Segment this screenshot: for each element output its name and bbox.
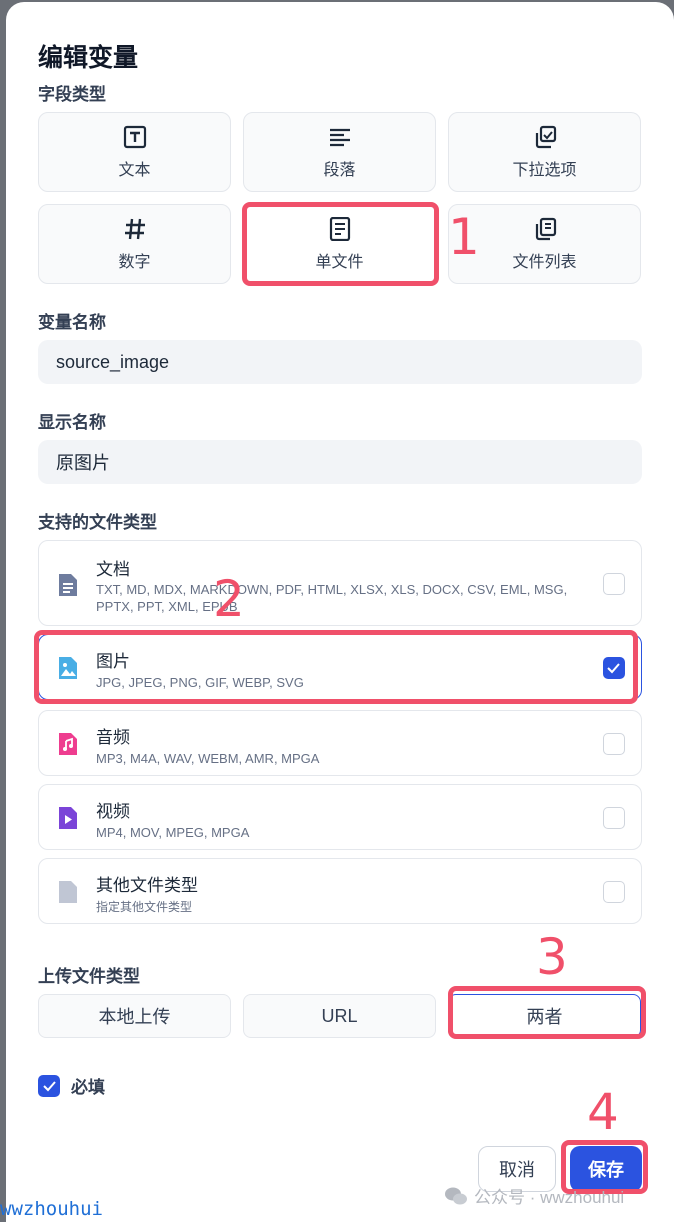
field-type-paragraph[interactable]: 段落 (243, 112, 436, 192)
file-type-other-extensions: 指定其他文件类型 (96, 900, 193, 914)
check-icon (43, 1080, 56, 1091)
field-type-text-label: 文本 (118, 162, 151, 179)
file-type-video-extensions: MP4, MOV, MPEG, MPGA (96, 825, 250, 840)
hash-icon (122, 216, 148, 242)
file-type-document-name: 文档 (96, 560, 130, 579)
check-icon (607, 663, 620, 674)
field-type-number[interactable]: 数字 (38, 204, 231, 284)
file-type-image[interactable]: 图片 JPG, JPEG, PNG, GIF, WEBP, SVG (38, 634, 642, 700)
upload-type-url[interactable]: URL (243, 994, 436, 1038)
watermark-left: wwzhouhui (0, 1198, 103, 1220)
file-type-document[interactable]: 文档 TXT, MD, MDX, MARKDOWN, PDF, HTML, XL… (38, 540, 642, 626)
wechat-icon (445, 1187, 467, 1204)
display-name-label: 显示名称 (38, 413, 106, 432)
file-type-document-checkbox[interactable] (603, 573, 625, 595)
file-type-other[interactable]: 其他文件类型 指定其他文件类型 (38, 858, 642, 924)
file-type-video-name: 视频 (96, 802, 130, 821)
field-type-paragraph-label: 段落 (323, 162, 356, 179)
upload-type-label: 上传文件类型 (38, 967, 140, 986)
field-type-text[interactable]: 文本 (38, 112, 231, 192)
text-icon (122, 124, 148, 150)
document-icon (57, 572, 79, 598)
file-type-document-extensions: TXT, MD, MDX, MARKDOWN, PDF, HTML, XLSX,… (96, 582, 568, 614)
file-type-video-checkbox[interactable] (603, 807, 625, 829)
dialog-title: 编辑变量 (38, 44, 139, 72)
field-type-single-file-label: 单文件 (315, 254, 364, 271)
watermark-right-text: 公众号 · wwzhouhui (474, 1188, 625, 1207)
required-checkbox[interactable] (38, 1074, 60, 1097)
file-type-audio-checkbox[interactable] (603, 733, 625, 755)
file-type-audio-name: 音频 (96, 728, 130, 747)
file-icon (327, 216, 353, 242)
field-type-file-list[interactable]: 文件列表 (448, 204, 641, 284)
file-type-audio-extensions: MP3, M4A, WAV, WEBM, AMR, MPGA (96, 751, 320, 766)
field-type-single-file[interactable]: 单文件 (243, 204, 436, 284)
file-type-audio[interactable]: 音频 MP3, M4A, WAV, WEBM, AMR, MPGA (38, 710, 642, 776)
display-name-input[interactable]: 原图片 (38, 440, 642, 484)
video-icon (57, 805, 79, 831)
upload-type-both[interactable]: 两者 (448, 994, 641, 1038)
other-file-icon (57, 879, 79, 905)
upload-type-local[interactable]: 本地上传 (38, 994, 231, 1038)
file-list-icon (532, 216, 558, 242)
edit-variable-dialog: 编辑变量 字段类型 文本 段落 下拉选项 数字 单文件 文件列表 变量名称 so… (6, 2, 674, 1222)
file-types-label: 支持的文件类型 (38, 513, 157, 532)
file-type-other-checkbox[interactable] (603, 881, 625, 903)
variable-name-label: 变量名称 (38, 313, 106, 332)
watermark-right: 公众号 · wwzhouhui (444, 1183, 624, 1208)
file-type-image-extensions: JPG, JPEG, PNG, GIF, WEBP, SVG (96, 675, 304, 690)
audio-icon (57, 731, 79, 757)
paragraph-icon (327, 124, 353, 150)
select-icon (532, 124, 558, 150)
file-type-other-name: 其他文件类型 (96, 876, 198, 895)
image-icon (57, 655, 79, 681)
field-type-file-list-label: 文件列表 (512, 254, 577, 271)
file-type-image-checkbox[interactable] (603, 657, 625, 679)
field-type-label: 字段类型 (38, 85, 106, 104)
required-toggle[interactable]: 必填 (38, 1073, 105, 1098)
required-label: 必填 (71, 1078, 105, 1097)
field-type-select[interactable]: 下拉选项 (448, 112, 641, 192)
variable-name-input[interactable]: source_image (38, 340, 642, 384)
field-type-number-label: 数字 (118, 254, 151, 271)
file-type-video[interactable]: 视频 MP4, MOV, MPEG, MPGA (38, 784, 642, 850)
file-type-image-name: 图片 (96, 652, 130, 671)
field-type-select-label: 下拉选项 (512, 162, 577, 179)
